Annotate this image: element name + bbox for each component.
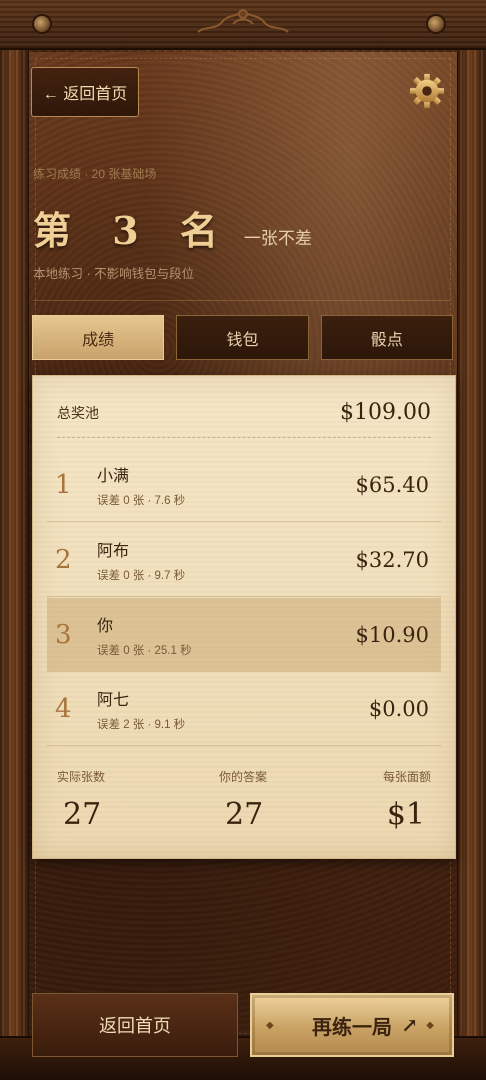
tab-dice[interactable]: 骰点 xyxy=(320,315,453,360)
rank-number: 3 xyxy=(55,620,72,650)
stat-label: 实际张数 xyxy=(57,770,106,784)
prize-pool-label: 总奖池 xyxy=(57,404,99,421)
rank-number: 1 xyxy=(55,469,72,500)
result-row-4: 4 阿七 误差 2 张 · 9.1 秒 $0.00 xyxy=(47,672,441,746)
back-button-label: ← 返回首页 xyxy=(42,86,128,103)
stat-actual-count: 实际张数 27 xyxy=(57,768,105,832)
player-info: 阿七 误差 2 张 · 9.1 秒 xyxy=(95,686,369,732)
arrow-up-right-icon: ↗ xyxy=(401,1013,418,1037)
back-home-button[interactable]: ← 返回首页 xyxy=(31,67,139,117)
stat-denomination: 每张面额 $1 xyxy=(383,768,431,832)
payout-amount: $10.90 xyxy=(355,623,429,647)
stat-label: 每张面额 xyxy=(382,770,431,784)
left-frame-post xyxy=(0,50,28,1040)
player-info: 阿布 误差 0 张 · 9.7 秒 xyxy=(95,537,356,583)
diamond-icon: ◆ xyxy=(266,1020,274,1031)
prize-pool-value: $109.00 xyxy=(340,400,431,425)
home-button-label: 返回首页 xyxy=(99,1016,171,1036)
top-frame-rail xyxy=(0,0,486,50)
player-name: 阿布 xyxy=(97,542,130,560)
screw-icon xyxy=(34,16,50,32)
tab-wallet[interactable]: 钱包 xyxy=(176,315,309,360)
screw-icon xyxy=(428,16,444,32)
rank-title: 第 3 名 xyxy=(33,208,232,253)
result-row-2: 2 阿布 误差 0 张 · 9.7 秒 $32.70 xyxy=(47,523,441,597)
player-meta: 误差 0 张 · 9.7 秒 xyxy=(97,569,186,582)
ornament-icon xyxy=(197,9,289,33)
rank-note: 一张不差 xyxy=(243,229,312,248)
divider xyxy=(33,300,450,301)
results-card: 总奖池 $109.00 1 小满 误差 0 张 · 7.6 秒 $65.40 2… xyxy=(32,375,456,859)
rank-number: 2 xyxy=(55,544,72,575)
rank-line: 第 3 名 一张不差 xyxy=(33,200,312,255)
player-name: 阿七 xyxy=(97,691,130,709)
result-row-you: 3 你 误差 0 张 · 25.1 秒 $10.90 xyxy=(47,598,441,672)
payout-amount: $0.00 xyxy=(368,696,429,721)
tab-bar: 成绩 钱包 骰点 xyxy=(32,315,453,360)
diamond-icon: ◆ xyxy=(426,1020,434,1031)
player-name: 小满 xyxy=(97,467,130,485)
stat-value: 27 xyxy=(225,797,264,832)
gear-icon[interactable] xyxy=(408,72,446,110)
home-button[interactable]: 返回首页 xyxy=(32,993,238,1057)
practice-hint: 本地练习 · 不影响钱包与段位 xyxy=(33,267,195,281)
player-info: 你 误差 0 张 · 25.1 秒 xyxy=(95,612,356,658)
player-meta: 误差 0 张 · 25.1 秒 xyxy=(97,645,192,657)
result-row-1: 1 小满 误差 0 张 · 7.6 秒 $65.40 xyxy=(47,448,441,522)
stat-label: 你的答案 xyxy=(219,770,268,784)
play-again-label: 再练一局 xyxy=(312,1014,392,1039)
play-again-button[interactable]: ◆ 再练一局 ↗ ◆ xyxy=(250,993,454,1057)
stat-value: 27 xyxy=(63,797,102,832)
player-meta: 误差 0 张 · 7.6 秒 xyxy=(97,494,186,507)
stats-row: 实际张数 27 你的答案 27 每张面额 $1 xyxy=(57,768,431,848)
player-name: 你 xyxy=(97,618,114,635)
prize-pool-row: 总奖池 $109.00 xyxy=(57,394,431,438)
rank-number: 4 xyxy=(55,693,72,724)
payout-amount: $32.70 xyxy=(355,547,429,572)
tab-results[interactable]: 成绩 xyxy=(32,315,165,360)
player-info: 小满 误差 0 张 · 7.6 秒 xyxy=(95,462,356,508)
right-frame-post xyxy=(458,50,486,1040)
stat-your-answer: 你的答案 27 xyxy=(219,768,267,832)
result-subtitle: 练习成绩 · 20 张基础场 xyxy=(33,167,157,181)
player-meta: 误差 2 张 · 9.1 秒 xyxy=(97,718,186,731)
stat-value: $1 xyxy=(386,797,425,832)
payout-amount: $65.40 xyxy=(355,472,429,497)
